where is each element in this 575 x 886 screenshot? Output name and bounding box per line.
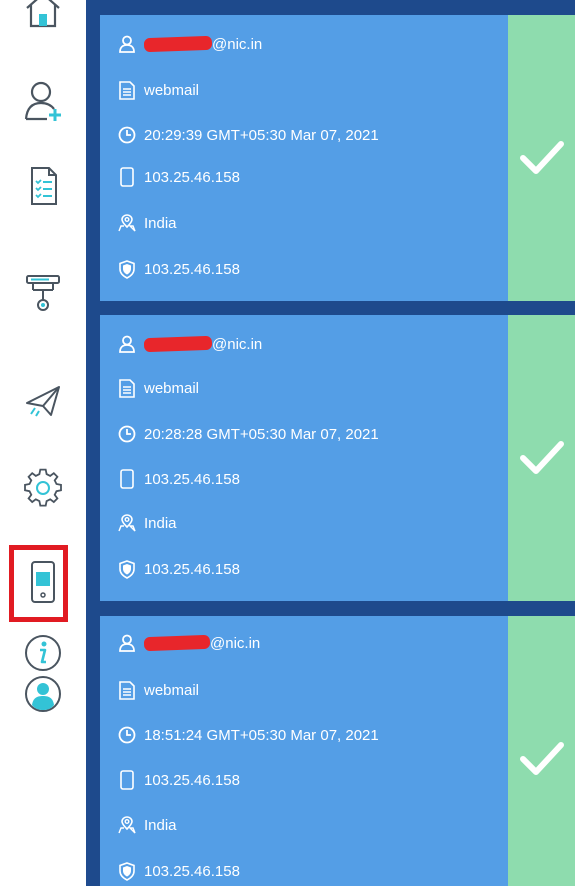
public-ip-row: 103.25.46.158	[117, 257, 240, 281]
device-ip: 103.25.46.158	[144, 470, 240, 488]
time-row: 18:51:24 GMT+05:30 Mar 07, 2021	[117, 723, 379, 747]
email-row: @nic.in	[117, 631, 260, 655]
location: India	[144, 816, 177, 834]
public-ip-row: 103.25.46.158	[117, 859, 240, 883]
sidebar-item-home[interactable]	[0, 0, 86, 40]
sidebar-item-profile[interactable]	[0, 664, 86, 724]
email-row: @nic.in	[117, 332, 262, 356]
clock-icon	[117, 725, 137, 745]
location-row: India	[117, 813, 177, 837]
checkmark-icon	[519, 141, 564, 174]
device-ip: 103.25.46.158	[144, 771, 240, 789]
public-ip: 103.25.46.158	[144, 862, 240, 880]
redacted-email	[143, 634, 211, 652]
document-icon	[117, 378, 137, 398]
location-pin-icon	[117, 213, 137, 233]
app-name: webmail	[144, 379, 200, 397]
checklist-document-icon	[31, 167, 57, 205]
app-row: webmail	[117, 376, 199, 400]
app-name: webmail	[144, 81, 200, 99]
email-suffix: @nic.in	[212, 335, 263, 353]
user-profile-icon	[25, 676, 61, 712]
session-time: 20:28:28 GMT+05:30 Mar 07, 2021	[144, 425, 379, 443]
redacted-email	[143, 335, 213, 353]
user-icon	[117, 633, 137, 653]
device-ip-row: 103.25.46.158	[117, 467, 240, 491]
add-user-icon	[24, 81, 61, 121]
email-row: @nic.in	[117, 32, 262, 56]
phone-icon	[117, 770, 137, 790]
paper-plane-icon	[26, 386, 60, 417]
gear-icon	[24, 468, 62, 507]
session-time: 18:51:24 GMT+05:30 Mar 07, 2021	[144, 726, 379, 744]
session-details: @nic.in webmail 20:29:39 GMT+05:30 Mar 0…	[100, 15, 508, 301]
status-panel[interactable]	[508, 315, 575, 601]
status-panel[interactable]	[508, 15, 575, 301]
checkmark-icon	[519, 441, 564, 474]
home-icon	[26, 0, 60, 28]
clock-icon	[117, 424, 137, 444]
shield-icon	[117, 559, 137, 579]
phone-icon	[117, 167, 137, 187]
location: India	[144, 514, 177, 532]
device-ip-row: 103.25.46.158	[117, 165, 240, 189]
device-ip-row: 103.25.46.158	[117, 768, 240, 792]
session-details: @nic.in webmail 20:28:28 GMT+05:30 Mar 0…	[100, 315, 508, 601]
clock-icon	[117, 125, 137, 145]
shield-icon	[117, 259, 137, 279]
location: India	[144, 214, 177, 232]
sidebar-item-devices[interactable]	[0, 552, 86, 612]
sidebar-item-send[interactable]	[0, 371, 86, 431]
location-row: India	[117, 211, 177, 235]
email-suffix: @nic.in	[212, 35, 263, 53]
time-row: 20:29:39 GMT+05:30 Mar 07, 2021	[117, 123, 379, 147]
public-ip-row: 103.25.46.158	[117, 557, 240, 581]
public-ip: 103.25.46.158	[144, 560, 240, 578]
shield-icon	[117, 861, 137, 881]
checkmark-icon	[519, 742, 564, 775]
session-list: @nic.in webmail 20:29:39 GMT+05:30 Mar 0…	[90, 0, 575, 886]
sidebar-item-add-user[interactable]	[0, 71, 86, 131]
device-ip: 103.25.46.158	[144, 168, 240, 186]
time-row: 20:28:28 GMT+05:30 Mar 07, 2021	[117, 422, 379, 446]
sidebar-item-reports[interactable]	[0, 156, 86, 216]
status-panel[interactable]	[508, 616, 575, 886]
router-icon	[26, 275, 60, 311]
app-row: webmail	[117, 678, 199, 702]
mobile-device-icon	[31, 561, 55, 603]
sidebar-item-settings[interactable]	[0, 458, 86, 518]
public-ip: 103.25.46.158	[144, 260, 240, 278]
email-suffix: @nic.in	[210, 634, 261, 652]
session-card[interactable]: @nic.in webmail 20:28:28 GMT+05:30 Mar 0…	[100, 315, 575, 601]
session-card[interactable]: @nic.in webmail 18:51:24 GMT+05:30 Mar 0…	[100, 616, 575, 886]
redacted-email	[143, 35, 213, 53]
session-card[interactable]: @nic.in webmail 20:29:39 GMT+05:30 Mar 0…	[100, 15, 575, 301]
location-row: India	[117, 511, 177, 535]
phone-icon	[117, 469, 137, 489]
document-icon	[117, 680, 137, 700]
session-time: 20:29:39 GMT+05:30 Mar 07, 2021	[144, 126, 379, 144]
app-row: webmail	[117, 78, 199, 102]
document-icon	[117, 80, 137, 100]
user-icon	[117, 34, 137, 54]
session-details: @nic.in webmail 18:51:24 GMT+05:30 Mar 0…	[100, 616, 508, 886]
location-pin-icon	[117, 815, 137, 835]
app-name: webmail	[144, 681, 200, 699]
user-icon	[117, 334, 137, 354]
sidebar	[0, 0, 86, 886]
sidebar-item-router[interactable]	[0, 262, 86, 322]
location-pin-icon	[117, 513, 137, 533]
